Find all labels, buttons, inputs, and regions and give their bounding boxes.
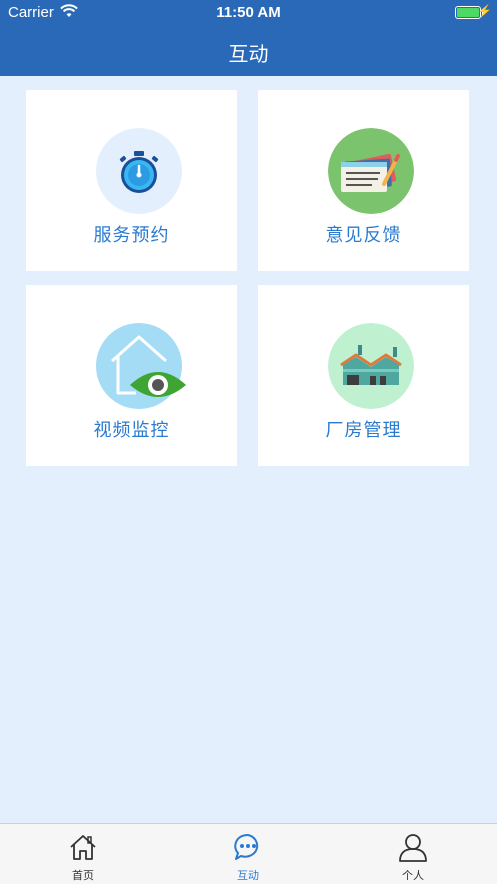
tab-label: 首页 bbox=[72, 869, 94, 882]
card-label: 意见反馈 bbox=[325, 225, 402, 246]
feedback-card[interactable]: 意见反馈 bbox=[258, 90, 469, 271]
home-icon bbox=[70, 835, 96, 860]
clock: 11:50 AM bbox=[216, 4, 281, 21]
tab-label: 互动 bbox=[237, 869, 259, 882]
card-label: 厂房管理 bbox=[325, 420, 402, 441]
nav-bar: 互动 bbox=[0, 26, 497, 76]
video-surveillance-card[interactable]: 视频监控 bbox=[26, 285, 237, 466]
charging-icon: ⚡ bbox=[477, 4, 492, 18]
stopwatch-icon bbox=[96, 128, 182, 214]
tab-me[interactable]: 个人 bbox=[353, 824, 473, 884]
chat-bubble-icon bbox=[234, 833, 259, 860]
page-title: 互动 bbox=[228, 42, 269, 66]
notes-pencil-icon bbox=[328, 128, 414, 214]
card-label: 视频监控 bbox=[93, 420, 170, 441]
status-bar: Carrier 11:50 AM ⚡ bbox=[0, 0, 497, 26]
card-label: 服务预约 bbox=[93, 225, 170, 246]
tab-home[interactable]: 首页 bbox=[23, 824, 143, 884]
factory-icon bbox=[328, 323, 414, 409]
tab-interact[interactable]: 互动 bbox=[188, 824, 308, 884]
tab-label: 个人 bbox=[402, 869, 424, 882]
service-appointment-card[interactable]: 服务预约 bbox=[26, 90, 237, 271]
tab-bar: 首页 互动 个人 bbox=[0, 823, 497, 884]
factory-management-card[interactable]: 厂房管理 bbox=[258, 285, 469, 466]
house-eye-icon bbox=[96, 323, 186, 409]
person-icon bbox=[399, 834, 427, 862]
